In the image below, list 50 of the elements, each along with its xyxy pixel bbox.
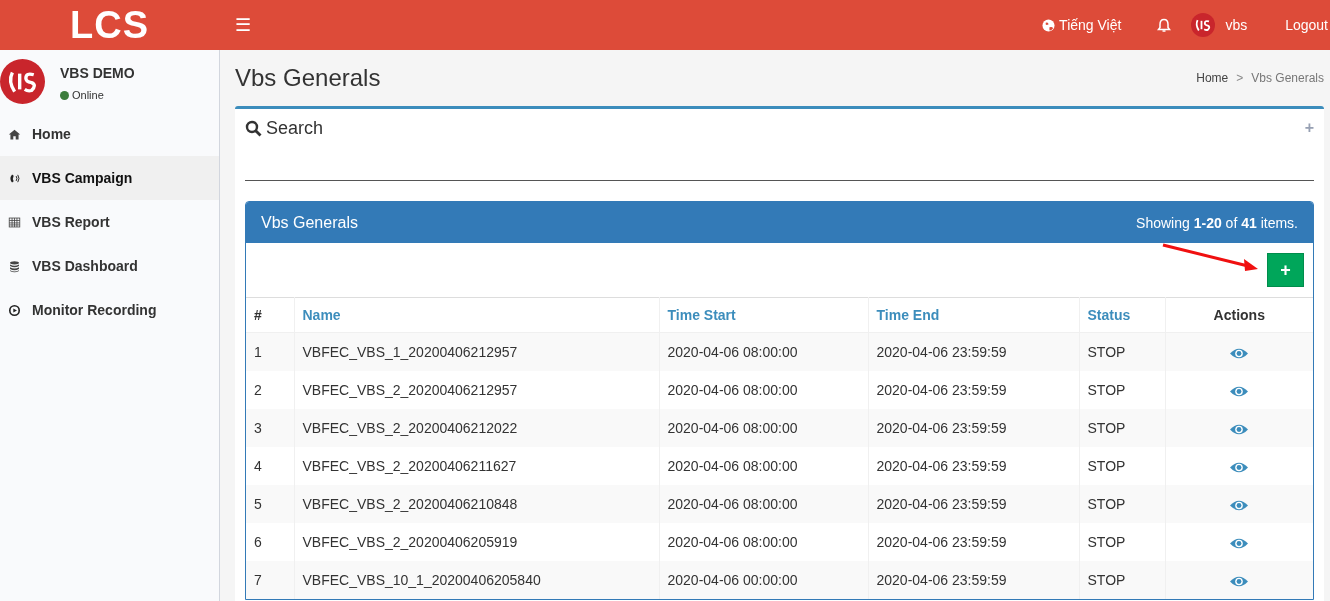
table-cell: VBFEC_VBS_10_1_20200406205840 [294, 561, 659, 599]
column-header[interactable]: Status [1079, 297, 1165, 333]
table-cell: STOP [1079, 561, 1165, 599]
table-cell: STOP [1079, 332, 1165, 371]
online-status: Online [72, 89, 104, 101]
user-menu-link[interactable]: vbs [1215, 17, 1272, 33]
table-cell: VBFEC_VBS_2_20200406210848 [294, 485, 659, 523]
table-cell: 7 [246, 561, 294, 599]
sidebar-item[interactable]: Monitor Recording [0, 288, 219, 332]
table-cell: 2020-04-06 08:00:00 [659, 485, 868, 523]
language-link[interactable]: Tiếng Việt [1045, 17, 1136, 33]
page-title: Vbs Generals [235, 64, 381, 92]
table-cell: 2020-04-06 23:59:59 [868, 332, 1079, 371]
table-cell: 2020-04-06 08:00:00 [659, 409, 868, 447]
column-header: Actions [1165, 297, 1313, 333]
sidebar-item[interactable]: Home [0, 112, 219, 156]
lcs-logo: LCS [69, 3, 150, 47]
add-button[interactable]: + [1267, 253, 1304, 287]
items-summary: Showing 1-20 of 41 items. [1136, 214, 1298, 231]
sidebar-item[interactable]: VBS Report [0, 200, 219, 244]
search-section-title: Search [266, 117, 324, 139]
table-cell: STOP [1079, 485, 1165, 523]
table-cell: 1 [246, 332, 294, 371]
table-cell: 2020-04-06 23:59:59 [868, 409, 1079, 447]
logout-link[interactable]: Logout [1271, 17, 1330, 33]
breadcrumb-link[interactable]: Home [1196, 71, 1229, 85]
table-cell: STOP [1079, 409, 1165, 447]
table-cell: VBFEC_VBS_2_20200406212022 [294, 409, 659, 447]
column-header[interactable]: Time Start [659, 297, 868, 333]
breadcrumb-current: Vbs Generals [1251, 71, 1324, 85]
table-cell: 2020-04-06 00:00:00 [659, 561, 868, 599]
user-name: VBS DEMO [60, 65, 135, 81]
sidebar-item[interactable]: VBS Dashboard [0, 244, 219, 288]
column-header[interactable]: Time End [868, 297, 1079, 333]
table-cell: 5 [246, 485, 294, 523]
column-header[interactable]: Name [294, 297, 659, 333]
table-cell: 2020-04-06 08:00:00 [659, 332, 868, 371]
table-cell: 2020-04-06 23:59:59 [868, 485, 1079, 523]
expand-button[interactable]: + [1304, 119, 1314, 137]
table-cell: VBFEC_VBS_1_20200406212957 [294, 332, 659, 371]
sidebar-item[interactable]: VBS Campaign [0, 156, 219, 200]
table-cell: 4 [246, 447, 294, 485]
menu-button[interactable]: ☰ [231, 10, 255, 40]
breadcrumb-separator: > [1236, 71, 1244, 85]
column-header: # [246, 297, 294, 333]
table-cell: 2 [246, 371, 294, 409]
table-cell: 3 [246, 409, 294, 447]
panel-title: Vbs Generals [261, 213, 358, 232]
table-cell: 2020-04-06 23:59:59 [868, 561, 1079, 599]
table-cell: 6 [246, 523, 294, 561]
